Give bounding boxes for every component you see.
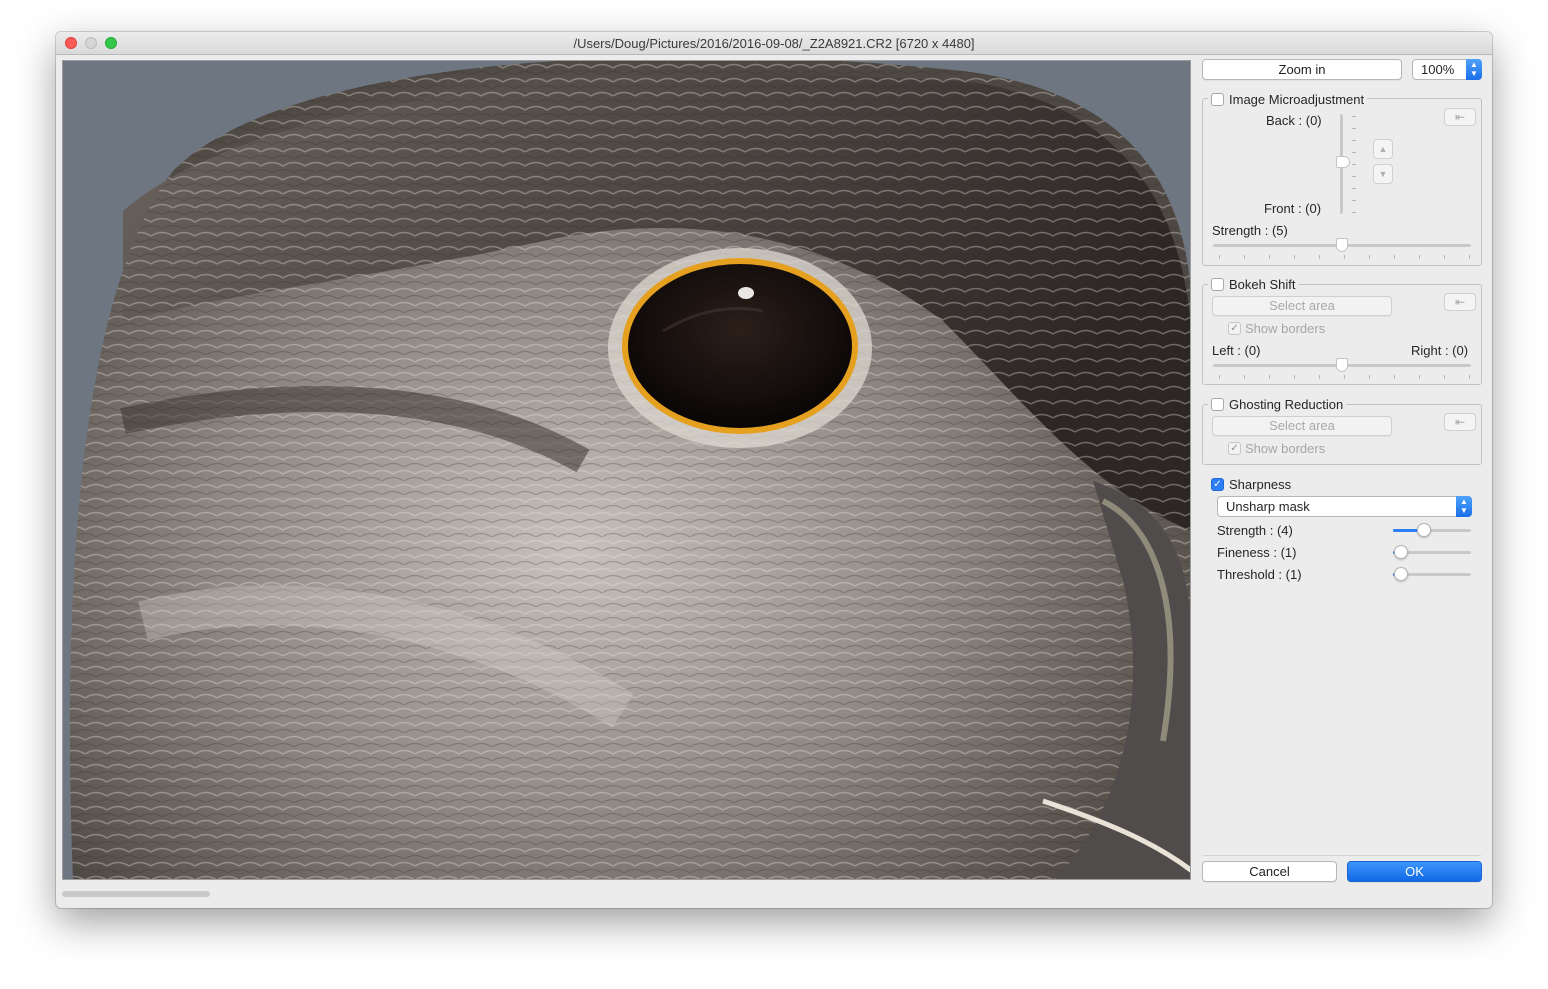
sharpness-strength-track[interactable] <box>1393 529 1471 532</box>
bokeh-shift-ticks <box>1219 375 1470 379</box>
image-preview[interactable] <box>62 60 1191 880</box>
reset-arrow-icon: ⇤ <box>1454 295 1466 309</box>
ghosting-reset-button[interactable]: ⇤ <box>1444 413 1476 431</box>
bokeh-header: Bokeh Shift <box>1208 277 1299 292</box>
sharpness-mode-value: Unsharp mask <box>1226 499 1310 514</box>
microadjust-reset-button[interactable]: ⇤ <box>1444 108 1476 126</box>
ghosting-show-borders-checkbox[interactable]: ✓ <box>1228 442 1241 455</box>
cancel-button[interactable]: Cancel <box>1202 861 1337 882</box>
ghosting-select-area-button[interactable]: Select area <box>1212 416 1392 436</box>
sharpness-threshold-knob[interactable] <box>1393 567 1408 581</box>
sharpness-checkbox[interactable]: ✓ <box>1211 478 1224 491</box>
checkmark-icon: ✓ <box>1230 323 1239 334</box>
bokeh-show-borders-checkbox[interactable]: ✓ <box>1228 322 1241 335</box>
move-front-button[interactable]: ▼ <box>1373 164 1393 184</box>
microadjust-strength-knob[interactable] <box>1336 238 1348 252</box>
checkmark-icon: ✓ <box>1213 479 1222 490</box>
microadjust-strength-label: Strength : (5) <box>1212 223 1288 238</box>
front-label: Front : (0) <box>1264 201 1322 216</box>
dialog-window: /Users/Doug/Pictures/2016/2016-09-08/_Z2… <box>56 32 1492 908</box>
zoom-level-value: 100% <box>1421 62 1455 77</box>
sharpness-strength-knob[interactable] <box>1417 523 1432 537</box>
ghosting-checkbox[interactable] <box>1211 398 1224 411</box>
bokeh-checkbox[interactable] <box>1211 278 1224 291</box>
microadjust-checkbox[interactable] <box>1211 93 1224 106</box>
horizontal-scrollbar[interactable] <box>62 891 210 897</box>
zoom-in-button[interactable]: Zoom in <box>1202 59 1402 80</box>
chevron-up-icon: ▲ <box>1378 144 1388 154</box>
bokeh-select-area-button[interactable]: Select area <box>1212 296 1392 316</box>
back-label: Back : (0) <box>1266 113 1322 128</box>
move-back-button[interactable]: ▲ <box>1373 139 1393 159</box>
sharpness-fineness-label: Fineness : (1) <box>1217 545 1297 560</box>
back-front-slider-ticks <box>1352 116 1356 213</box>
bird-photo <box>63 61 1190 879</box>
bokeh-right-label: Right : (0) <box>1411 343 1469 358</box>
chevron-updown-icon: ▲ ▼ <box>1456 496 1472 517</box>
reset-arrow-icon: ⇤ <box>1454 415 1466 429</box>
bokeh-shift-knob[interactable] <box>1336 358 1348 372</box>
ghosting-label: Ghosting Reduction <box>1229 397 1344 412</box>
bokeh-label: Bokeh Shift <box>1229 277 1296 292</box>
bokeh-show-borders-label: Show borders <box>1245 321 1326 336</box>
microadjust-strength-ticks <box>1219 255 1470 259</box>
window-title: /Users/Doug/Pictures/2016/2016-09-08/_Z2… <box>573 36 975 51</box>
reset-arrow-icon: ⇤ <box>1454 110 1466 124</box>
chevron-updown-icon: ▲ ▼ <box>1466 59 1482 80</box>
zoom-level-select[interactable]: 100% ▲ ▼ <box>1412 59 1482 80</box>
ghosting-show-borders-label: Show borders <box>1245 441 1326 456</box>
sharpness-fineness-knob[interactable] <box>1393 545 1408 559</box>
bokeh-left-label: Left : (0) <box>1212 343 1261 358</box>
ok-button[interactable]: OK <box>1347 861 1482 882</box>
sharpness-label: Sharpness <box>1229 477 1292 492</box>
ghosting-header: Ghosting Reduction <box>1208 397 1347 412</box>
footer-divider <box>1203 855 1481 856</box>
sharpness-strength-label: Strength : (4) <box>1217 523 1293 538</box>
checkmark-icon: ✓ <box>1230 443 1239 454</box>
title-bar[interactable]: /Users/Doug/Pictures/2016/2016-09-08/_Z2… <box>56 32 1492 55</box>
sharpness-mode-select[interactable]: Unsharp mask ▲ ▼ <box>1217 496 1472 517</box>
microadjust-header: Image Microadjustment <box>1208 92 1368 107</box>
sharpness-threshold-label: Threshold : (1) <box>1217 567 1302 582</box>
microadjust-label: Image Microadjustment <box>1229 92 1365 107</box>
chevron-down-icon: ▼ <box>1378 169 1388 179</box>
bokeh-reset-button[interactable]: ⇤ <box>1444 293 1476 311</box>
back-front-slider-knob[interactable] <box>1336 156 1350 168</box>
